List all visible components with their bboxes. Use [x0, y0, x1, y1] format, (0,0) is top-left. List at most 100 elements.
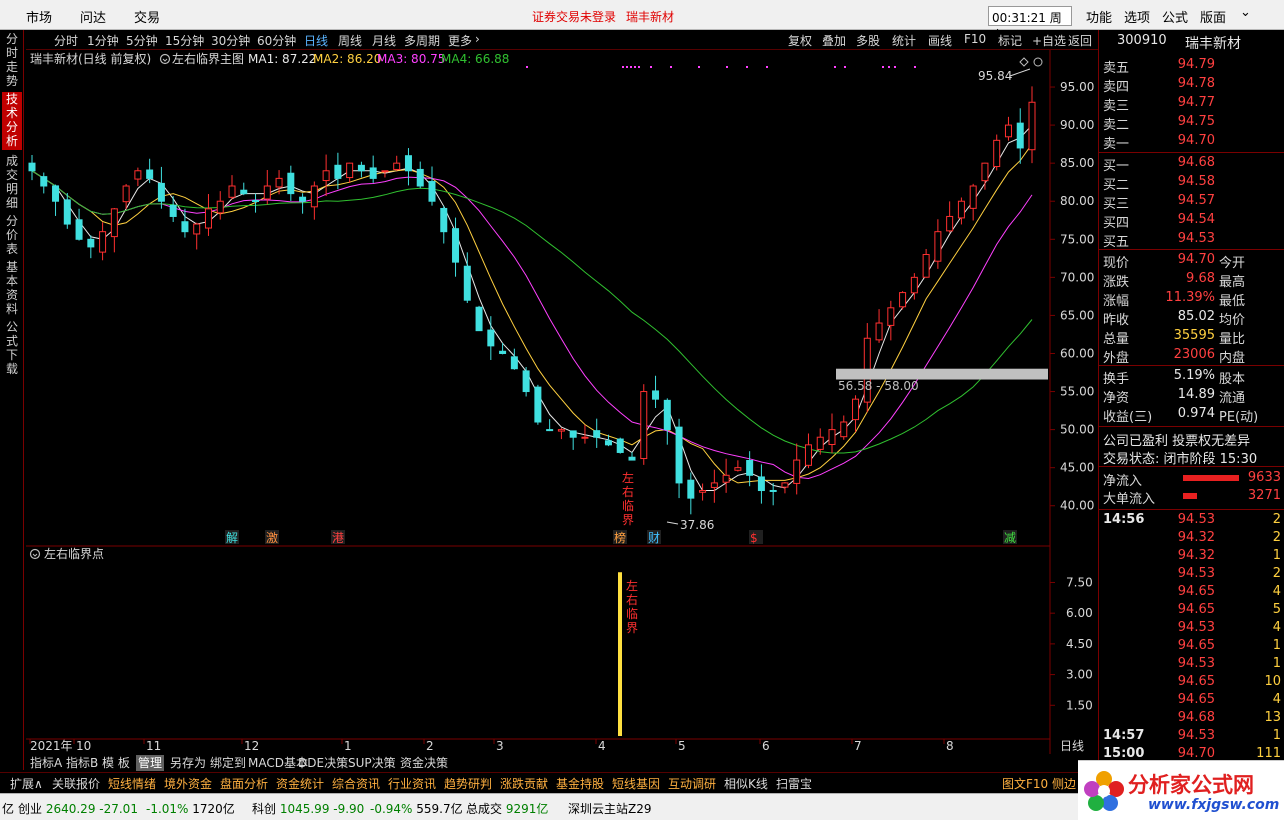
- btn-draw[interactable]: 画线: [928, 32, 952, 49]
- menu-options[interactable]: 选项: [1124, 7, 1150, 26]
- menu-formula[interactable]: 公式: [1162, 7, 1188, 26]
- chevron-right-icon[interactable]: ›: [475, 32, 480, 46]
- event-marker[interactable]: 财: [648, 531, 660, 545]
- kline-chart[interactable]: 瑞丰新材(日线 前复权) 左右临界主图 MA1: 87.22 MA2: 86.2…: [26, 50, 1098, 754]
- tick-row[interactable]: 94.65 10: [1099, 674, 1284, 692]
- tick-row[interactable]: 94.68 13: [1099, 710, 1284, 728]
- btn-stats[interactable]: 统计: [892, 32, 916, 49]
- tick-row[interactable]: 94.65 1: [1099, 638, 1284, 656]
- candle-body: [252, 200, 260, 203]
- period-toolbar: 分时 1分钟 5分钟 15分钟 30分钟 60分钟 日线 周线 月线 多周期 更…: [26, 30, 1098, 50]
- tick-row[interactable]: 14:56 94.53 2: [1099, 512, 1284, 530]
- event-markers[interactable]: 解 激 港 榜 财 $ 减: [225, 530, 1017, 545]
- ext-tab[interactable]: 涨跌贡献: [500, 775, 548, 792]
- indicator-tab[interactable]: 模 板: [100, 755, 132, 771]
- ext-tab[interactable]: 短线情绪: [108, 775, 156, 792]
- btn-mark[interactable]: 标记: [998, 32, 1022, 49]
- ma1-line: [31, 124, 1033, 491]
- ext-tab[interactable]: 趋势研判: [444, 775, 492, 792]
- quote-label2: 均价: [1219, 313, 1246, 328]
- menu-market[interactable]: 市场: [26, 7, 52, 26]
- vtab-basic-info[interactable]: 基本资料: [2, 260, 22, 316]
- event-marker[interactable]: 激: [266, 531, 278, 545]
- quote-label2: PE(动): [1219, 410, 1259, 425]
- btn-back[interactable]: 返回: [1068, 32, 1092, 49]
- event-marker[interactable]: $: [750, 531, 758, 545]
- period-daily[interactable]: 日线: [304, 32, 328, 49]
- indicator-tab[interactable]: 绑定到: [208, 755, 248, 771]
- period-1min[interactable]: 1分钟: [87, 32, 119, 49]
- vtab-price-table[interactable]: 分价表: [2, 214, 22, 256]
- tick-row[interactable]: 94.65 5: [1099, 602, 1284, 620]
- indicator-tab[interactable]: DDE决策: [296, 755, 350, 771]
- indicator-tab[interactable]: 管理: [136, 755, 165, 771]
- quote-label: 卖一: [1103, 137, 1130, 152]
- chevron-down-icon[interactable]: ⌄: [1240, 5, 1251, 20]
- sub-settings-icon[interactable]: [29, 548, 41, 560]
- ext-tab[interactable]: 境外资金: [164, 775, 212, 792]
- tick-row[interactable]: 14:57 94.53 1: [1099, 728, 1284, 746]
- period-monthly[interactable]: 月线: [372, 32, 396, 49]
- ext-tab[interactable]: 盘面分析: [220, 775, 268, 792]
- event-marker[interactable]: 解: [226, 531, 238, 545]
- btn-f10[interactable]: F10: [964, 32, 986, 46]
- quote-row: 卖二 94.75: [1099, 114, 1284, 133]
- menu-layout[interactable]: 版面: [1200, 7, 1226, 26]
- tick-row[interactable]: 94.32 1: [1099, 548, 1284, 566]
- vtab-formula-download[interactable]: 公式下载: [2, 320, 22, 376]
- ma1-label: MA1: 87.22: [248, 52, 316, 66]
- tick-row[interactable]: 94.32 2: [1099, 530, 1284, 548]
- event-marker[interactable]: 减: [1004, 531, 1016, 545]
- btn-multi-stock[interactable]: 多股: [856, 32, 880, 49]
- event-marker[interactable]: 榜: [614, 530, 626, 545]
- login-notice[interactable]: 证券交易未登录: [532, 8, 616, 25]
- period-multi[interactable]: 多周期: [404, 32, 440, 49]
- tick-row[interactable]: 94.53 1: [1099, 656, 1284, 674]
- tick-row[interactable]: 94.53 2: [1099, 566, 1284, 584]
- vtab-timeline[interactable]: 分时走势: [2, 32, 22, 88]
- ext-tab[interactable]: 互动调研: [668, 775, 716, 792]
- menu-trade[interactable]: 交易: [134, 7, 160, 26]
- period-timeline[interactable]: 分时: [54, 32, 78, 49]
- period-60min[interactable]: 60分钟: [257, 32, 296, 49]
- tick-row[interactable]: 94.53 4: [1099, 620, 1284, 638]
- indicator-tab[interactable]: SUP决策: [346, 755, 398, 771]
- quote-row: 净资 14.89 流通: [1099, 387, 1284, 406]
- ext-right-tab[interactable]: 图文F10 侧边: [1002, 775, 1076, 792]
- indicator-name[interactable]: 左右临界主图: [172, 51, 244, 66]
- vtab-deals[interactable]: 成交明细: [2, 154, 22, 210]
- btn-add-watchlist[interactable]: +自选: [1032, 32, 1066, 49]
- candle-body: [522, 370, 530, 393]
- ext-tab[interactable]: 行业资讯: [388, 775, 436, 792]
- menu-function[interactable]: 功能: [1086, 7, 1112, 26]
- vtab-technical[interactable]: 技术分析: [2, 92, 22, 150]
- settings-icon[interactable]: [159, 53, 171, 65]
- ext-tab[interactable]: 扫雷宝: [776, 775, 812, 792]
- candle-body: [310, 185, 318, 208]
- tick-row[interactable]: 94.65 4: [1099, 692, 1284, 710]
- ext-tab[interactable]: 扩展∧: [10, 775, 43, 792]
- indicator-tab[interactable]: 另存为: [168, 755, 208, 771]
- period-15min[interactable]: 15分钟: [165, 32, 204, 49]
- period-more[interactable]: 更多: [448, 32, 472, 49]
- tick-price: 94.53: [1177, 656, 1215, 671]
- indicator-tab[interactable]: 指标A: [28, 755, 64, 771]
- target-icon[interactable]: [1033, 57, 1043, 67]
- btn-overlay[interactable]: 叠加: [822, 32, 846, 49]
- event-marker[interactable]: 港: [332, 531, 344, 545]
- indicator-tab[interactable]: 资金决策: [398, 755, 450, 771]
- period-weekly[interactable]: 周线: [338, 32, 362, 49]
- ext-tab[interactable]: 短线基因: [612, 775, 660, 792]
- ext-tab[interactable]: 相似K线: [724, 775, 768, 792]
- status-part: -0.94%: [370, 802, 417, 816]
- period-5min[interactable]: 5分钟: [126, 32, 158, 49]
- ext-tab[interactable]: 关联报价: [52, 775, 100, 792]
- menu-wenda[interactable]: 问达: [80, 7, 106, 26]
- btn-adjust[interactable]: 复权: [788, 32, 812, 49]
- period-30min[interactable]: 30分钟: [211, 32, 250, 49]
- ext-tab[interactable]: 基金持股: [556, 775, 604, 792]
- ext-tab[interactable]: 综合资讯: [332, 775, 380, 792]
- ext-tab[interactable]: 资金统计: [276, 775, 324, 792]
- tick-row[interactable]: 94.65 4: [1099, 584, 1284, 602]
- indicator-tab[interactable]: 指标B: [64, 755, 100, 771]
